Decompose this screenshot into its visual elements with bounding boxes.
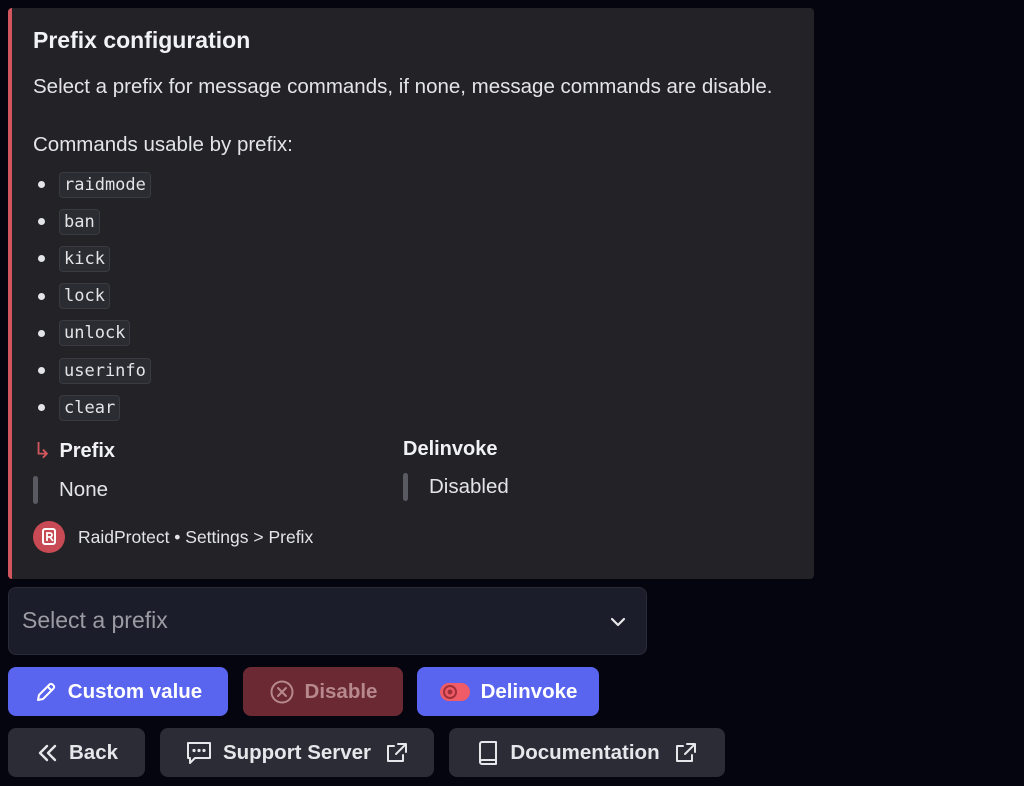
quote-bar [33, 476, 38, 504]
button-label: Custom value [67, 679, 203, 703]
command-code: clear [59, 394, 121, 421]
field-name: Delinvoke [403, 438, 509, 461]
field-name: ↳ Prefix [33, 438, 115, 464]
button-label: Back [68, 740, 118, 764]
documentation-button[interactable]: Documentation [449, 728, 725, 777]
bullet-icon [38, 292, 45, 300]
reply-arrow-icon: ↳ [33, 438, 52, 463]
pencil-icon [36, 682, 55, 701]
double-chevron-left-icon [38, 744, 57, 761]
chevron-down-icon [610, 617, 626, 627]
field-label: Prefix [59, 439, 116, 462]
list-item: lock [33, 278, 151, 315]
list-item: unlock [33, 315, 151, 352]
command-code: lock [59, 283, 110, 310]
back-button[interactable]: Back [8, 728, 145, 777]
command-list: raidmode ban kick lock unlock userinfo c… [33, 166, 151, 426]
command-code: userinfo [59, 357, 151, 384]
disable-button[interactable]: Disable [243, 667, 403, 716]
bullet-icon [38, 218, 45, 226]
embed-title: Prefix configuration [33, 27, 251, 53]
commands-heading: Commands usable by prefix: [33, 133, 293, 156]
list-item: raidmode [33, 166, 151, 203]
embed-description: Select a prefix for message commands, if… [33, 75, 773, 98]
book-icon [479, 740, 498, 765]
command-code: raidmode [59, 171, 151, 198]
external-link-icon [675, 742, 696, 762]
delinvoke-button[interactable]: Delinvoke [417, 667, 599, 716]
field-delinvoke: Delinvoke Disabled [403, 438, 509, 501]
prefix-select[interactable]: Select a prefix [8, 587, 647, 655]
bullet-icon [38, 255, 45, 263]
button-label: Support Server [222, 740, 372, 764]
select-placeholder: Select a prefix [22, 607, 168, 633]
embed-footer: RaidProtect • Settings > Prefix [33, 521, 313, 553]
bullet-icon [38, 181, 45, 189]
list-item: ban [33, 203, 151, 240]
field-value: None [33, 476, 115, 504]
quote-bar [403, 473, 408, 501]
button-label: Delinvoke [480, 679, 578, 703]
support-server-button[interactable]: Support Server [160, 728, 434, 777]
raidprotect-logo [33, 521, 65, 553]
button-label: Disable [304, 679, 378, 703]
footer-text: RaidProtect • Settings > Prefix [78, 526, 314, 547]
field-value-text: None [59, 478, 109, 501]
chat-bubble-icon [186, 741, 211, 764]
field-value-text: Disabled [429, 475, 509, 498]
bullet-icon [38, 404, 45, 412]
command-code: kick [59, 245, 110, 272]
button-label: Documentation [510, 740, 660, 764]
toggle-off-icon [439, 682, 470, 701]
field-label: Delinvoke [403, 438, 498, 460]
embed-card: Prefix configuration Select a prefix for… [8, 8, 814, 579]
field-value: Disabled [403, 473, 509, 501]
bullet-icon [38, 329, 45, 337]
command-code: ban [59, 208, 100, 235]
list-item: userinfo [33, 352, 151, 389]
list-item: clear [33, 389, 151, 426]
circle-x-icon [270, 680, 294, 703]
external-link-icon [387, 742, 408, 762]
bullet-icon [38, 367, 45, 375]
command-code: unlock [59, 320, 131, 347]
custom-value-button[interactable]: Custom value [8, 667, 228, 716]
field-prefix: ↳ Prefix None [33, 438, 115, 504]
list-item: kick [33, 240, 151, 277]
